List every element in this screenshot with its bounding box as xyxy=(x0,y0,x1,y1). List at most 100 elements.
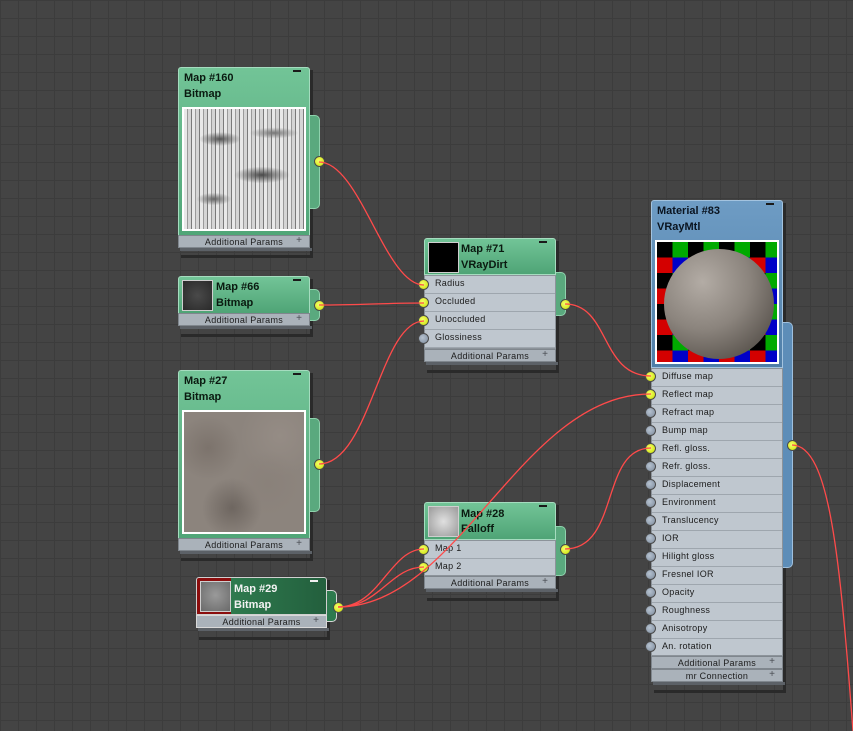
input-socket-refl-gloss[interactable] xyxy=(645,443,656,454)
input-socket-refr-gloss[interactable] xyxy=(645,461,656,472)
slot-label: Occluded xyxy=(435,296,476,306)
slot-label: Diffuse map xyxy=(662,371,714,381)
expand-plus-icon[interactable]: + xyxy=(296,313,302,324)
slot-fresnel-ior[interactable]: Fresnel IOR xyxy=(652,567,782,585)
node-header[interactable]: Map #160 Bitmap xyxy=(178,67,310,243)
rollout-label: Additional Params xyxy=(450,351,530,361)
output-socket[interactable] xyxy=(314,459,325,470)
node-map-66[interactable]: Map #66 Bitmap Additional Params + xyxy=(178,276,325,334)
slot-radius[interactable]: Radius xyxy=(425,276,555,294)
additional-params-rollout[interactable]: Additional Params + xyxy=(651,656,783,669)
slot-refr-gloss[interactable]: Refr. gloss. xyxy=(652,459,782,477)
slot-bump-map[interactable]: Bump map xyxy=(652,423,782,441)
output-socket[interactable] xyxy=(787,440,798,451)
input-socket-bump-map[interactable] xyxy=(645,425,656,436)
input-socket-fresnel-ior[interactable] xyxy=(645,569,656,580)
slot-map-2[interactable]: Map 2 xyxy=(425,559,555,577)
output-socket[interactable] xyxy=(560,544,571,555)
slot-label: Fresnel IOR xyxy=(662,569,714,579)
node-shadow xyxy=(426,362,558,365)
node-map-71[interactable]: Map #71 VRayDirt Radius Occluded Unocclu… xyxy=(418,238,571,370)
slot-opacity[interactable]: Opacity xyxy=(652,585,782,603)
input-socket-opacity[interactable] xyxy=(645,587,656,598)
node-map-28[interactable]: Map #28 Falloff Map 1 Map 2 Additional P… xyxy=(418,502,571,598)
node-header[interactable]: Map #29 Bitmap xyxy=(196,577,327,615)
minimize-icon[interactable] xyxy=(293,373,301,375)
input-socket-refract-map[interactable] xyxy=(645,407,656,418)
input-socket-map-1[interactable] xyxy=(418,544,429,555)
expand-plus-icon[interactable]: + xyxy=(313,615,319,626)
slot-label: Displacement xyxy=(662,479,721,489)
additional-params-rollout[interactable]: Additional Params + xyxy=(178,538,310,551)
additional-params-rollout[interactable]: Additional Params + xyxy=(178,235,310,248)
input-socket-diffuse-map[interactable] xyxy=(645,371,656,382)
slot-map-1[interactable]: Map 1 xyxy=(425,541,555,559)
node-title: Map #160 xyxy=(184,72,234,84)
minimize-icon[interactable] xyxy=(293,70,301,72)
slot-an-rotation[interactable]: An. rotation xyxy=(652,639,782,657)
node-map-27[interactable]: Map #27 Bitmap Additional Params + xyxy=(178,370,325,558)
minimize-icon[interactable] xyxy=(539,241,547,243)
input-socket-an-rotation[interactable] xyxy=(645,641,656,652)
node-header[interactable]: Map #28 Falloff xyxy=(424,502,556,540)
input-socket-glossiness[interactable] xyxy=(418,333,429,344)
node-material-83[interactable]: Material #83 VRayMtl Diffuse map Reflect… xyxy=(645,200,798,690)
minimize-icon[interactable] xyxy=(293,279,301,281)
slot-ior[interactable]: IOR xyxy=(652,531,782,549)
slot-label: Anisotropy xyxy=(662,623,708,633)
slot-anisotropy[interactable]: Anisotropy xyxy=(652,621,782,639)
input-socket-environment[interactable] xyxy=(645,497,656,508)
additional-params-rollout[interactable]: Additional Params + xyxy=(196,615,327,628)
input-socket-ior[interactable] xyxy=(645,533,656,544)
slot-displacement[interactable]: Displacement xyxy=(652,477,782,495)
node-header[interactable]: Map #71 VRayDirt xyxy=(424,238,556,275)
input-socket-reflect-map[interactable] xyxy=(645,389,656,400)
minimize-icon[interactable] xyxy=(310,580,318,582)
slot-refl-gloss[interactable]: Refl. gloss. xyxy=(652,441,782,459)
node-map-29[interactable]: Map #29 Bitmap Additional Params + xyxy=(196,577,344,637)
slot-glossiness[interactable]: Glossiness xyxy=(425,330,555,348)
slot-environment[interactable]: Environment xyxy=(652,495,782,513)
additional-params-rollout[interactable]: Additional Params + xyxy=(178,313,310,326)
output-socket[interactable] xyxy=(333,602,344,613)
output-socket[interactable] xyxy=(560,299,571,310)
node-header[interactable]: Material #83 VRayMtl xyxy=(651,200,783,368)
minimize-icon[interactable] xyxy=(766,203,774,205)
node-header[interactable]: Map #27 Bitmap xyxy=(178,370,310,546)
wire-map27-to-unoccluded xyxy=(318,320,425,465)
input-socket-anisotropy[interactable] xyxy=(645,623,656,634)
slot-translucency[interactable]: Translucency xyxy=(652,513,782,531)
node-header[interactable]: Map #66 Bitmap xyxy=(178,276,310,314)
node-map-160[interactable]: Map #160 Bitmap Additional Params + xyxy=(178,67,325,255)
slot-list: Map 1 Map 2 xyxy=(424,540,556,577)
expand-plus-icon[interactable]: + xyxy=(542,349,548,360)
wire-map66-to-occluded xyxy=(318,302,425,306)
slot-unoccluded[interactable]: Unoccluded xyxy=(425,312,555,330)
slot-occluded[interactable]: Occluded xyxy=(425,294,555,312)
expand-plus-icon[interactable]: + xyxy=(769,669,775,680)
input-socket-map-2[interactable] xyxy=(418,562,429,573)
input-socket-displacement[interactable] xyxy=(645,479,656,490)
expand-plus-icon[interactable]: + xyxy=(296,538,302,549)
slot-refract-map[interactable]: Refract map xyxy=(652,405,782,423)
slot-roughness[interactable]: Roughness xyxy=(652,603,782,621)
input-socket-translucency[interactable] xyxy=(645,515,656,526)
output-socket[interactable] xyxy=(314,156,325,167)
expand-plus-icon[interactable]: + xyxy=(542,576,548,587)
output-socket[interactable] xyxy=(314,300,325,311)
input-socket-hilight-gloss[interactable] xyxy=(645,551,656,562)
input-socket-unoccluded[interactable] xyxy=(418,315,429,326)
slot-label: IOR xyxy=(662,533,679,543)
mr-connection-rollout[interactable]: mr Connection + xyxy=(651,669,783,682)
slot-reflect-map[interactable]: Reflect map xyxy=(652,387,782,405)
input-socket-roughness[interactable] xyxy=(645,605,656,616)
slot-hilight-gloss[interactable]: Hilight gloss xyxy=(652,549,782,567)
input-socket-radius[interactable] xyxy=(418,279,429,290)
input-socket-occluded[interactable] xyxy=(418,297,429,308)
expand-plus-icon[interactable]: + xyxy=(296,235,302,246)
expand-plus-icon[interactable]: + xyxy=(769,656,775,667)
minimize-icon[interactable] xyxy=(539,505,547,507)
slot-diffuse-map[interactable]: Diffuse map xyxy=(652,369,782,387)
additional-params-rollout[interactable]: Additional Params + xyxy=(424,576,556,589)
additional-params-rollout[interactable]: Additional Params + xyxy=(424,349,556,362)
